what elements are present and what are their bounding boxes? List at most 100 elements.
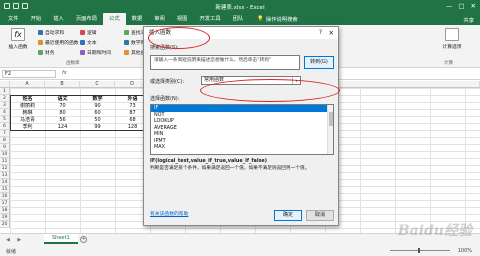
row-header[interactable]: 5 [0, 116, 10, 123]
tab-file[interactable]: 文件 [2, 13, 25, 25]
row-header[interactable]: 8 [0, 137, 10, 144]
window-controls: — □ ✕ [446, 2, 476, 10]
tab-formulas[interactable]: 公式 [103, 13, 126, 25]
column-header[interactable]: B [45, 81, 80, 88]
table-header-cell[interactable]: 语文 [45, 96, 80, 103]
datetime-label: 日期和时间 [87, 51, 111, 56]
window-title: 新建表.xlsx - Excel [215, 5, 265, 11]
row-header[interactable]: 4 [0, 109, 10, 116]
tab-home[interactable]: 开始 [25, 13, 48, 25]
datetime-button[interactable]: 日期和时间 [80, 49, 111, 56]
row-header[interactable]: 19 [0, 214, 10, 221]
function-list[interactable]: IF NOT LOOKUP AVERAGE MIN IPMT MAX [150, 104, 334, 155]
recent-functions-button[interactable]: 最近使用的函数 [38, 39, 79, 46]
row-header[interactable]: 2 [0, 95, 10, 102]
search-function-label: 搜索函数(S): [150, 45, 179, 51]
table-cell[interactable]: 马浩青 [10, 117, 45, 124]
tab-developer[interactable]: 开发工具 [193, 13, 226, 25]
tab-insert[interactable]: 插入 [47, 13, 70, 25]
ok-button[interactable]: 确定 [274, 210, 302, 221]
zoom-slider[interactable] [390, 248, 450, 253]
cancel-button[interactable]: 取消 [306, 210, 334, 221]
function-help-link[interactable]: 有关该函数的帮助 [150, 210, 188, 217]
sheet-nav-arrows[interactable]: ◀ ▶ [6, 237, 24, 243]
row-header[interactable]: 17 [0, 200, 10, 207]
calc-group-label: 计算 [444, 61, 453, 66]
status-bar: 就绪 100% [0, 245, 480, 256]
table-cell[interactable]: 90 [80, 103, 115, 110]
financial-icon [38, 50, 43, 55]
list-item[interactable]: MAX [151, 144, 333, 151]
row-header[interactable]: 15 [0, 186, 10, 193]
name-box[interactable]: F2 [2, 70, 56, 78]
fx-label[interactable]: fx [62, 70, 67, 76]
table-cell[interactable]: 124 [45, 124, 80, 131]
logical-button[interactable]: 逻辑 [80, 29, 97, 36]
table-header-cell[interactable]: 姓名 [10, 96, 45, 103]
row-header[interactable]: 13 [0, 172, 10, 179]
recent-label: 最近使用的函数 [45, 41, 79, 46]
scrollbar-thumb[interactable] [329, 112, 333, 126]
fx-icon: fx [11, 28, 25, 41]
row-header[interactable]: 16 [0, 193, 10, 200]
row-header[interactable]: 11 [0, 158, 10, 165]
table-cell[interactable]: 99 [80, 124, 115, 131]
table-cell[interactable]: 60 [80, 110, 115, 117]
zoom-slider-thumb[interactable] [418, 248, 420, 253]
function-list-scrollbar[interactable] [327, 105, 333, 154]
dialog-close-button[interactable]: ✕ [329, 27, 334, 39]
table-cell[interactable]: 56 [45, 117, 80, 124]
row-header[interactable]: 3 [0, 102, 10, 109]
row-header[interactable]: 12 [0, 165, 10, 172]
column-header[interactable]: A [10, 81, 45, 88]
table-cell[interactable]: 谢丽莉 [10, 103, 45, 110]
lookup-icon [124, 30, 129, 35]
category-select[interactable]: 常用函数 ▾ [201, 76, 301, 85]
lightbulb-icon: 💡 [257, 16, 264, 22]
insert-function-button[interactable]: fx 插入函数 [2, 28, 34, 50]
autosum-button[interactable]: 自动求和 [38, 29, 64, 36]
row-header[interactable]: 18 [0, 207, 10, 214]
row-header[interactable]: 20 [0, 221, 10, 228]
tab-data[interactable]: 数据 [126, 13, 149, 25]
financial-button[interactable]: 财务 [38, 49, 55, 56]
select-all-corner[interactable] [0, 81, 10, 88]
table-cell[interactable]: 80 [45, 110, 80, 117]
table-cell[interactable]: 韩琳 [10, 110, 45, 117]
text-button[interactable]: 文本 [80, 39, 97, 46]
tab-page-layout[interactable]: 页面布局 [70, 13, 103, 25]
table-cell[interactable]: 50 [80, 117, 115, 124]
search-function-input[interactable]: 请输入一条简短说明来描述您想做什么，然后单击“转到” [150, 55, 300, 70]
tab-review[interactable]: 审阅 [148, 13, 171, 25]
function-library-group-label: 函数库 [66, 61, 80, 66]
insert-function-label: 插入函数 [8, 45, 28, 50]
row-header[interactable]: 9 [0, 144, 10, 151]
sheet-tab-sheet1[interactable]: Sheet1 [44, 234, 78, 244]
row-header[interactable]: 6 [0, 123, 10, 130]
row-header[interactable]: 1 [0, 88, 10, 95]
row-header[interactable]: 7 [0, 130, 10, 137]
star-icon [38, 40, 43, 45]
tell-me-search[interactable]: 💡 操作说明搜索 [249, 13, 297, 25]
restore-button[interactable]: □ [458, 2, 464, 10]
tab-team[interactable]: 团队 [227, 13, 250, 25]
text-label: 文本 [87, 41, 97, 46]
minimize-button[interactable]: — [446, 2, 453, 10]
close-button[interactable]: ✕ [471, 2, 476, 10]
goto-button[interactable]: 转到(G) [304, 56, 334, 69]
title-bar: 新建表.xlsx - Excel — □ ✕ [0, 0, 480, 13]
dialog-help-button[interactable]: ? [319, 27, 322, 39]
add-sheet-button[interactable]: + [80, 236, 87, 243]
zoom-level[interactable]: 100% [458, 248, 472, 254]
row-header[interactable]: 10 [0, 151, 10, 158]
table-cell[interactable]: 70 [45, 103, 80, 110]
share-button[interactable]: 共享 [463, 16, 474, 24]
chevron-down-icon[interactable]: ▾ [292, 77, 300, 84]
math-icon [124, 40, 129, 45]
column-header[interactable]: C [80, 81, 115, 88]
calc-options-button[interactable]: 计算选项 [432, 28, 472, 50]
table-header-cell[interactable]: 数学 [80, 96, 115, 103]
tab-view[interactable]: 视图 [171, 13, 194, 25]
table-cell[interactable]: 李利 [10, 124, 45, 131]
row-header[interactable]: 14 [0, 179, 10, 186]
